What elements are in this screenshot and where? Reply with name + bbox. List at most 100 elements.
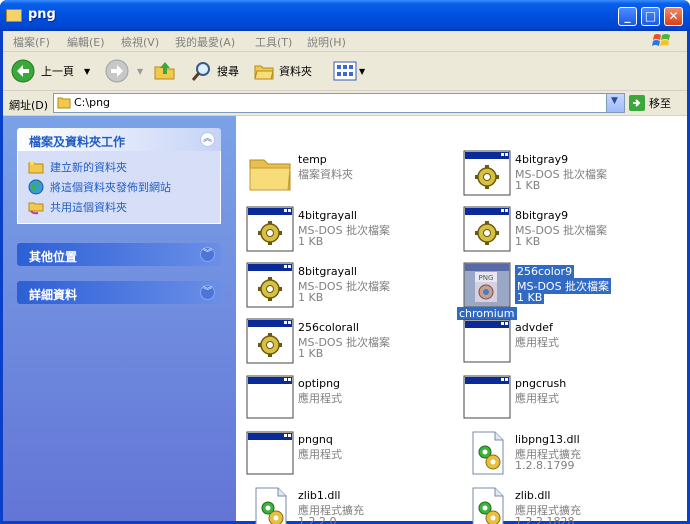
title-bar[interactable]: png _ □ ✕ [0, 0, 690, 31]
menu-bar: 檔案(F) 編輯(E) 檢視(V) 我的最愛(A) 工具(T) 說明(H) [3, 31, 687, 52]
other-places-panel[interactable]: 其他位置 ︾ [17, 243, 221, 266]
up-folder-button[interactable] [153, 58, 177, 84]
menu-view[interactable]: 檢視(V) [121, 34, 159, 50]
other-places-header[interactable]: 其他位置 ︾ [17, 243, 221, 266]
file-type: 應用程式 [298, 392, 342, 405]
publish-folder-link[interactable]: 將這個資料夾發佈到網站 [18, 177, 220, 197]
file-size: 1.2.2.0 [298, 515, 337, 524]
panel-title: 其他位置 [29, 250, 78, 264]
batch-file-icon [463, 150, 511, 196]
share-folder-link[interactable]: 共用這個資料夾 [18, 197, 220, 217]
window-title: png [28, 7, 56, 22]
file-item[interactable]: optipng 應用程式 [240, 372, 445, 424]
file-item[interactable]: advdef 應用程式 [457, 316, 662, 368]
back-arrow-icon [11, 59, 35, 83]
batch-file-icon [246, 206, 294, 252]
task-label: 將這個資料夾發佈到網站 [50, 181, 171, 194]
back-dropdown-icon[interactable]: ▼ [84, 67, 90, 76]
forward-button[interactable]: ▼ [105, 58, 143, 84]
file-item[interactable]: pngnq 應用程式 [240, 428, 445, 480]
views-icon [333, 61, 357, 81]
minimize-button[interactable]: _ [618, 7, 637, 26]
address-label: 網址(D) [9, 99, 49, 112]
panel-title: 詳細資料 [29, 288, 78, 302]
file-size: 1.2.8.1799 [515, 459, 575, 472]
go-button[interactable]: 移至 [629, 95, 671, 111]
search-label: 搜尋 [217, 65, 239, 78]
file-item[interactable]: 8bitgray9 MS-DOS 批次檔案 1 KB [457, 204, 662, 256]
close-icon: ✕ [668, 9, 679, 23]
expand-icon[interactable]: ︾ [200, 247, 215, 262]
address-bar: 網址(D) C:\png ▼ 移至 [3, 91, 687, 116]
search-button[interactable]: 搜尋 [191, 58, 239, 84]
file-size: 1 KB [515, 235, 541, 248]
chevron-down-icon: ▼ [611, 96, 618, 106]
file-item[interactable]: 256colorall MS-DOS 批次檔案 1 KB [240, 316, 445, 368]
folder-icon [246, 150, 294, 196]
file-name: 4bitgray9 [515, 153, 569, 166]
menu-favorites[interactable]: 我的最愛(A) [175, 34, 235, 50]
views-dropdown-icon: ▼ [359, 66, 366, 76]
menu-edit[interactable]: 編輯(E) [67, 34, 105, 50]
file-name: zlib.dll [515, 489, 551, 502]
make-new-folder-link[interactable]: 建立新的資料夾 [18, 157, 220, 177]
file-type: 應用程式 [515, 392, 559, 405]
file-size: 1 KB [515, 179, 541, 192]
views-button[interactable]: ▼ [333, 58, 365, 84]
file-type: 應用程式 [298, 448, 342, 461]
menu-tools[interactable]: 工具(T) [255, 34, 292, 50]
file-folder-tasks-header[interactable]: 檔案及資料夾工作 ︽ [17, 128, 221, 151]
file-item[interactable]: 8bitgrayall MS-DOS 批次檔案 1 KB [240, 260, 445, 312]
task-label: 建立新的資料夾 [50, 161, 127, 174]
file-size: 1 KB [298, 291, 324, 304]
maximize-button[interactable]: □ [641, 7, 660, 26]
file-name: optipng [298, 377, 341, 390]
file-folder-tasks-panel: 檔案及資料夾工作 ︽ 建立新的資料夾 將這個資料夾發佈到網站 共用這個資料夾 [17, 128, 221, 224]
windows-logo-icon [652, 34, 670, 46]
file-size: 1 KB [298, 347, 324, 360]
batch-file-icon [246, 318, 294, 364]
address-input[interactable]: C:\png ▼ [53, 93, 625, 113]
details-panel[interactable]: 詳細資料 ︾ [17, 281, 221, 304]
file-name: 8bitgray9 [515, 209, 569, 222]
file-item[interactable]: temp 檔案資料夾 [240, 148, 445, 200]
dll-icon [246, 486, 294, 524]
forward-dropdown-icon[interactable]: ▼ [137, 67, 143, 76]
file-item[interactable]: pngcrush 應用程式 [457, 372, 662, 424]
file-name: 256colorall [298, 321, 359, 334]
folders-button[interactable]: 資料夾 [253, 58, 312, 84]
file-item[interactable]: zlib1.dll 應用程式擴充 1.2.2.0 [240, 484, 445, 524]
file-name: 8bitgrayall [298, 265, 357, 278]
task-label: 共用這個資料夾 [50, 201, 127, 214]
file-name: 4bitgrayall [298, 209, 357, 222]
folders-icon [254, 65, 274, 80]
file-item[interactable]: zlib.dll 應用程式擴充 1.2.2.1828 [457, 484, 662, 524]
task-pane: 檔案及資料夾工作 ︽ 建立新的資料夾 將這個資料夾發佈到網站 共用這個資料夾 其… [3, 116, 236, 521]
file-item[interactable]: 4bitgray9 MS-DOS 批次檔案 1 KB [457, 148, 662, 200]
file-type: 檔案資料夾 [298, 168, 353, 181]
close-button[interactable]: ✕ [664, 7, 683, 26]
file-name: libpng13.dll [515, 433, 580, 446]
file-list: temp 檔案資料夾 4bitgray9 MS-DOS 批次檔案 1 KB 4bitgra… [236, 116, 687, 524]
menu-help[interactable]: 說明(H) [307, 34, 346, 50]
application-icon [246, 374, 294, 420]
expand-icon[interactable]: ︾ [200, 285, 215, 300]
dll-icon [463, 486, 511, 524]
address-dropdown-button[interactable]: ▼ [606, 94, 624, 112]
back-button[interactable]: 上一頁 ▼ [11, 58, 90, 84]
panel-title: 檔案及資料夾工作 [29, 135, 126, 149]
application-icon [463, 318, 511, 364]
menu-file[interactable]: 檔案(F) [13, 34, 50, 50]
collapse-icon[interactable]: ︽ [200, 132, 215, 147]
application-icon [463, 374, 511, 420]
file-item[interactable]: PNG 256color9 MS-DOS 批次檔案 1 KB chromium [457, 260, 662, 320]
file-item[interactable]: libpng13.dll 應用程式擴充 1.2.8.1799 [457, 428, 662, 480]
search-icon [191, 62, 210, 81]
globe-icon [28, 179, 44, 195]
back-label: 上一頁 [41, 65, 74, 78]
file-name: pngcrush [515, 377, 567, 390]
folders-label: 資料夾 [279, 65, 312, 78]
file-item[interactable]: 4bitgrayall MS-DOS 批次檔案 1 KB [240, 204, 445, 256]
details-header[interactable]: 詳細資料 ︾ [17, 281, 221, 304]
dll-icon [463, 430, 511, 476]
